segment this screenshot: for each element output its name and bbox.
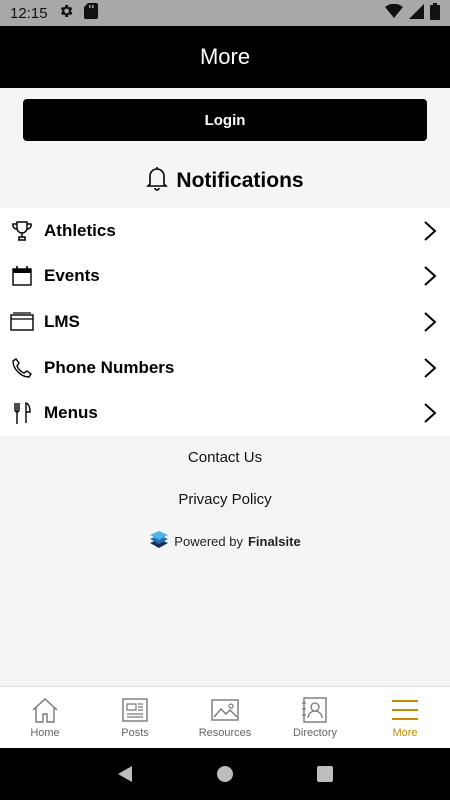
trophy-icon: [10, 219, 34, 243]
tab-label: Directory: [292, 727, 337, 739]
menu-item-label: Athletics: [44, 220, 116, 240]
chevron-right-icon: [424, 266, 437, 287]
tab-label: More: [392, 727, 418, 739]
menu-item-label: Events: [44, 266, 100, 286]
home-icon: [32, 698, 58, 723]
menu-item-lms[interactable]: LMS: [0, 299, 450, 345]
fork-knife-icon: [10, 401, 34, 425]
login-section: Login: [0, 88, 450, 152]
contact-card-icon: [302, 697, 327, 723]
calendar-icon: [10, 264, 34, 288]
battery-icon: [430, 2, 440, 24]
recents-square-icon[interactable]: [316, 765, 334, 783]
system-nav-bar: [0, 748, 450, 800]
tab-label: Home: [30, 727, 60, 739]
tab-home[interactable]: Home: [0, 687, 90, 748]
newspaper-icon: [122, 698, 148, 722]
signal-icon: [409, 3, 424, 23]
chevron-right-icon: [424, 221, 437, 241]
tab-directory[interactable]: Directory: [270, 687, 360, 748]
bell-icon: [146, 165, 169, 197]
finalsite-logo-icon: [149, 530, 169, 553]
sd-card-icon: [83, 3, 98, 23]
chevron-right-icon: [424, 403, 437, 423]
menu-item-events[interactable]: Events: [0, 254, 450, 300]
finalsite-brand: Finalsite: [247, 534, 301, 549]
status-time: 12:15: [10, 4, 48, 22]
privacy-policy-link[interactable]: Privacy Policy: [0, 491, 450, 508]
more-menu-list: Athletics Events LMS Phone Numbers Menus: [0, 208, 450, 436]
back-icon[interactable]: [116, 765, 134, 783]
hamburger-icon: [392, 700, 418, 720]
powered-by-finalsite[interactable]: Powered by Finalsite: [0, 530, 450, 553]
menu-item-label: LMS: [44, 311, 80, 331]
tab-label: Resources: [198, 727, 252, 739]
wifi-icon: [385, 3, 403, 22]
login-button[interactable]: Login: [23, 99, 427, 141]
bottom-tab-bar: Home Posts Resources Directory More: [0, 686, 450, 748]
tab-posts[interactable]: Posts: [90, 687, 180, 748]
menu-item-label: Phone Numbers: [44, 357, 175, 377]
image-icon: [211, 699, 239, 721]
menu-item-athletics[interactable]: Athletics: [0, 208, 450, 254]
tab-label: Posts: [121, 727, 149, 739]
tab-resources[interactable]: Resources: [180, 687, 270, 748]
chevron-right-icon: [424, 312, 437, 332]
home-circle-icon[interactable]: [216, 765, 234, 783]
menu-item-phone-numbers[interactable]: Phone Numbers: [0, 345, 450, 391]
phone-icon: [10, 356, 34, 380]
menu-item-menus[interactable]: Menus: [0, 390, 450, 436]
menu-item-label: Menus: [44, 403, 98, 423]
notifications-label: Notifications: [176, 169, 304, 192]
chevron-right-icon: [424, 357, 437, 378]
contact-us-link[interactable]: Contact Us: [0, 449, 450, 466]
page-title: More: [0, 26, 450, 88]
window-icon: [10, 310, 34, 334]
notifications-button[interactable]: Notifications: [0, 156, 450, 206]
tab-more[interactable]: More: [360, 687, 450, 748]
powered-by-label: Powered by: [174, 534, 243, 549]
settings-gear-icon: [58, 3, 74, 23]
footer-links: [0, 436, 450, 686]
status-bar: 12:15: [0, 0, 450, 26]
